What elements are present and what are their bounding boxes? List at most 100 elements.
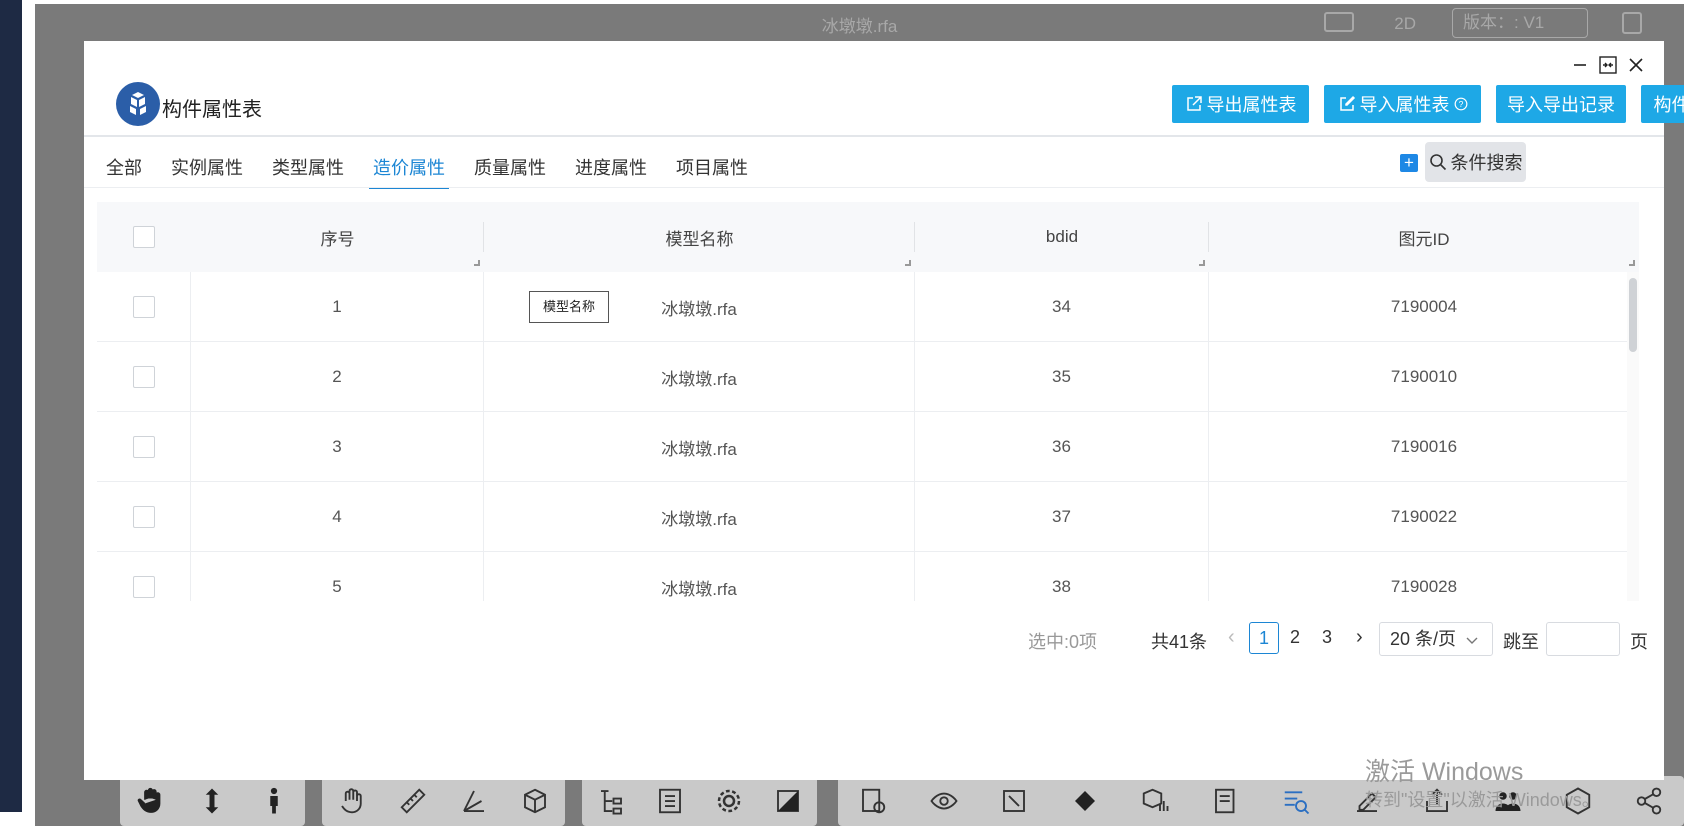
angle-icon[interactable] (454, 781, 494, 821)
layers-icon[interactable] (768, 781, 808, 821)
toolbar-group-navigate (120, 776, 305, 826)
page-size-select[interactable]: 20 条/页 (1379, 622, 1493, 656)
resize-handle[interactable] (1629, 260, 1635, 266)
page-unit-label: 页 (1630, 632, 1648, 652)
row-checkbox[interactable] (132, 506, 155, 528)
add-icon[interactable]: + (1400, 154, 1418, 172)
app-title: 冰墩墩.rfa (821, 17, 898, 36)
column-label-model-name: 模型名称 (665, 229, 734, 249)
row-select-cell (97, 342, 191, 412)
hand-icon[interactable] (131, 781, 171, 821)
page-1[interactable]: 1 (1249, 622, 1279, 654)
restore-icon[interactable] (1598, 55, 1618, 75)
filter-search-icon[interactable] (1276, 781, 1316, 821)
eye-icon[interactable] (924, 781, 964, 821)
report-icon[interactable] (1206, 781, 1246, 821)
ruler-icon[interactable] (393, 781, 433, 821)
column-header-bdid[interactable]: bdid (915, 202, 1209, 272)
cell-no: 4 (191, 482, 484, 552)
resize-handle[interactable] (905, 260, 911, 266)
tab-progress[interactable]: 进度属性 (571, 151, 651, 189)
import-properties-label: 导入属性表 (1359, 95, 1450, 115)
import-export-records-button[interactable]: 导入导出记录 (1496, 85, 1626, 123)
row-select-cell (97, 272, 191, 342)
column-header-no[interactable]: 序号 (191, 202, 484, 272)
tab-all[interactable]: 全部 (102, 151, 146, 189)
column-label-no: 序号 (320, 229, 355, 249)
next-page-icon[interactable]: › (1356, 626, 1363, 649)
tab-type[interactable]: 类型属性 (268, 151, 348, 189)
cell-element-id: 7190016 (1390, 437, 1458, 456)
minimize-icon[interactable] (1570, 55, 1590, 75)
cell-element-id: 7190004 (1390, 297, 1458, 316)
table-row[interactable]: 1 冰墩墩.rfa 34 7190004 (97, 272, 1639, 342)
resize-handle[interactable] (1199, 260, 1205, 266)
select-all-checkbox[interactable] (133, 226, 155, 248)
external-link-icon (1186, 96, 1202, 111)
tree-icon[interactable] (591, 781, 631, 821)
page-2[interactable]: 2 (1280, 622, 1310, 654)
share-icon[interactable] (1629, 781, 1669, 821)
window-controls (1570, 55, 1646, 75)
condition-search-button[interactable]: 条件搜索 (1425, 142, 1526, 182)
cell-no: 3 (191, 412, 484, 482)
row-select-cell (97, 552, 191, 601)
activate-windows-subtext: 转到"设置"以激活 Windows。 (1365, 790, 1600, 810)
table-row[interactable]: 5 冰墩墩.rfa 38 7190028 (97, 552, 1639, 601)
row-select-cell (97, 482, 191, 552)
table-row[interactable]: 2 冰墩墩.rfa 35 7190010 (97, 342, 1639, 412)
row-checkbox[interactable] (132, 576, 155, 598)
crop-icon[interactable] (994, 781, 1034, 821)
pagination: 选中:0项 共41条 ‹ 1 2 3 › 20 条/页 跳至 页 (84, 618, 1664, 658)
cube-chart-icon[interactable] (1135, 781, 1175, 821)
edit-icon (1339, 95, 1355, 111)
left-sidebar-strip (0, 0, 22, 812)
import-properties-button[interactable]: 导入属性表 ? (1324, 85, 1481, 123)
settings-icon[interactable] (709, 781, 749, 821)
chevron-down-icon (1466, 637, 1478, 645)
tabs-divider (84, 187, 1664, 188)
tab-project[interactable]: 项目属性 (672, 151, 752, 189)
table-scrollbar-thumb[interactable] (1629, 278, 1637, 352)
column-header-model-name[interactable]: 模型名称 (484, 202, 915, 272)
resize-handle[interactable] (474, 260, 480, 266)
person-icon[interactable] (254, 781, 294, 821)
table-row[interactable]: 3 冰墩墩.rfa 36 7190016 (97, 412, 1639, 482)
export-properties-button[interactable]: 导出属性表 (1172, 85, 1309, 123)
svg-text:?: ? (1458, 99, 1463, 109)
close-icon[interactable] (1626, 55, 1646, 75)
keyboard-icon[interactable] (1324, 12, 1354, 32)
row-checkbox[interactable] (132, 436, 155, 458)
page-size-label: 20 条/页 (1390, 629, 1457, 649)
cell-model-name: 冰墩墩.rfa (484, 552, 915, 601)
cell-element-id: 7190028 (1390, 577, 1458, 596)
tab-instance[interactable]: 实例属性 (167, 151, 247, 189)
help-icon[interactable]: ? (1454, 97, 1468, 111)
box-icon[interactable] (515, 781, 555, 821)
properties-icon[interactable] (650, 781, 690, 821)
vertical-move-icon[interactable] (192, 781, 232, 821)
checklist-clock-icon[interactable] (853, 781, 893, 821)
activate-windows-watermark: 激活 Windows (1365, 758, 1524, 786)
component-reverse-lookup-button[interactable]: 构件反查 (1641, 85, 1684, 123)
row-checkbox[interactable] (132, 366, 155, 388)
tab-quality[interactable]: 质量属性 (470, 151, 550, 189)
cell-model-name: 冰墩墩.rfa (484, 342, 915, 412)
exit-icon[interactable] (1622, 12, 1642, 34)
paint-bucket-icon[interactable] (1065, 781, 1105, 821)
page-3[interactable]: 3 (1312, 622, 1342, 654)
column-header-element-id[interactable]: 图元ID (1209, 202, 1639, 272)
gesture-icon[interactable] (332, 781, 372, 821)
goto-page-input[interactable] (1546, 622, 1620, 656)
total-count: 共41条 (1151, 632, 1208, 652)
cubes-logo-icon (116, 82, 160, 126)
prev-page-icon[interactable]: ‹ (1228, 626, 1235, 649)
version-select[interactable]: 版本：: V1 (1452, 8, 1588, 38)
cell-no: 2 (191, 342, 484, 412)
table-row[interactable]: 4 冰墩墩.rfa 37 7190022 (97, 482, 1639, 552)
toolbar-group-structure (582, 776, 817, 826)
column-label-bdid: bdid (1045, 227, 1079, 246)
mode-2d-toggle[interactable]: 2D (1394, 14, 1416, 34)
tab-cost[interactable]: 造价属性 (369, 151, 449, 189)
row-checkbox[interactable] (132, 296, 155, 318)
